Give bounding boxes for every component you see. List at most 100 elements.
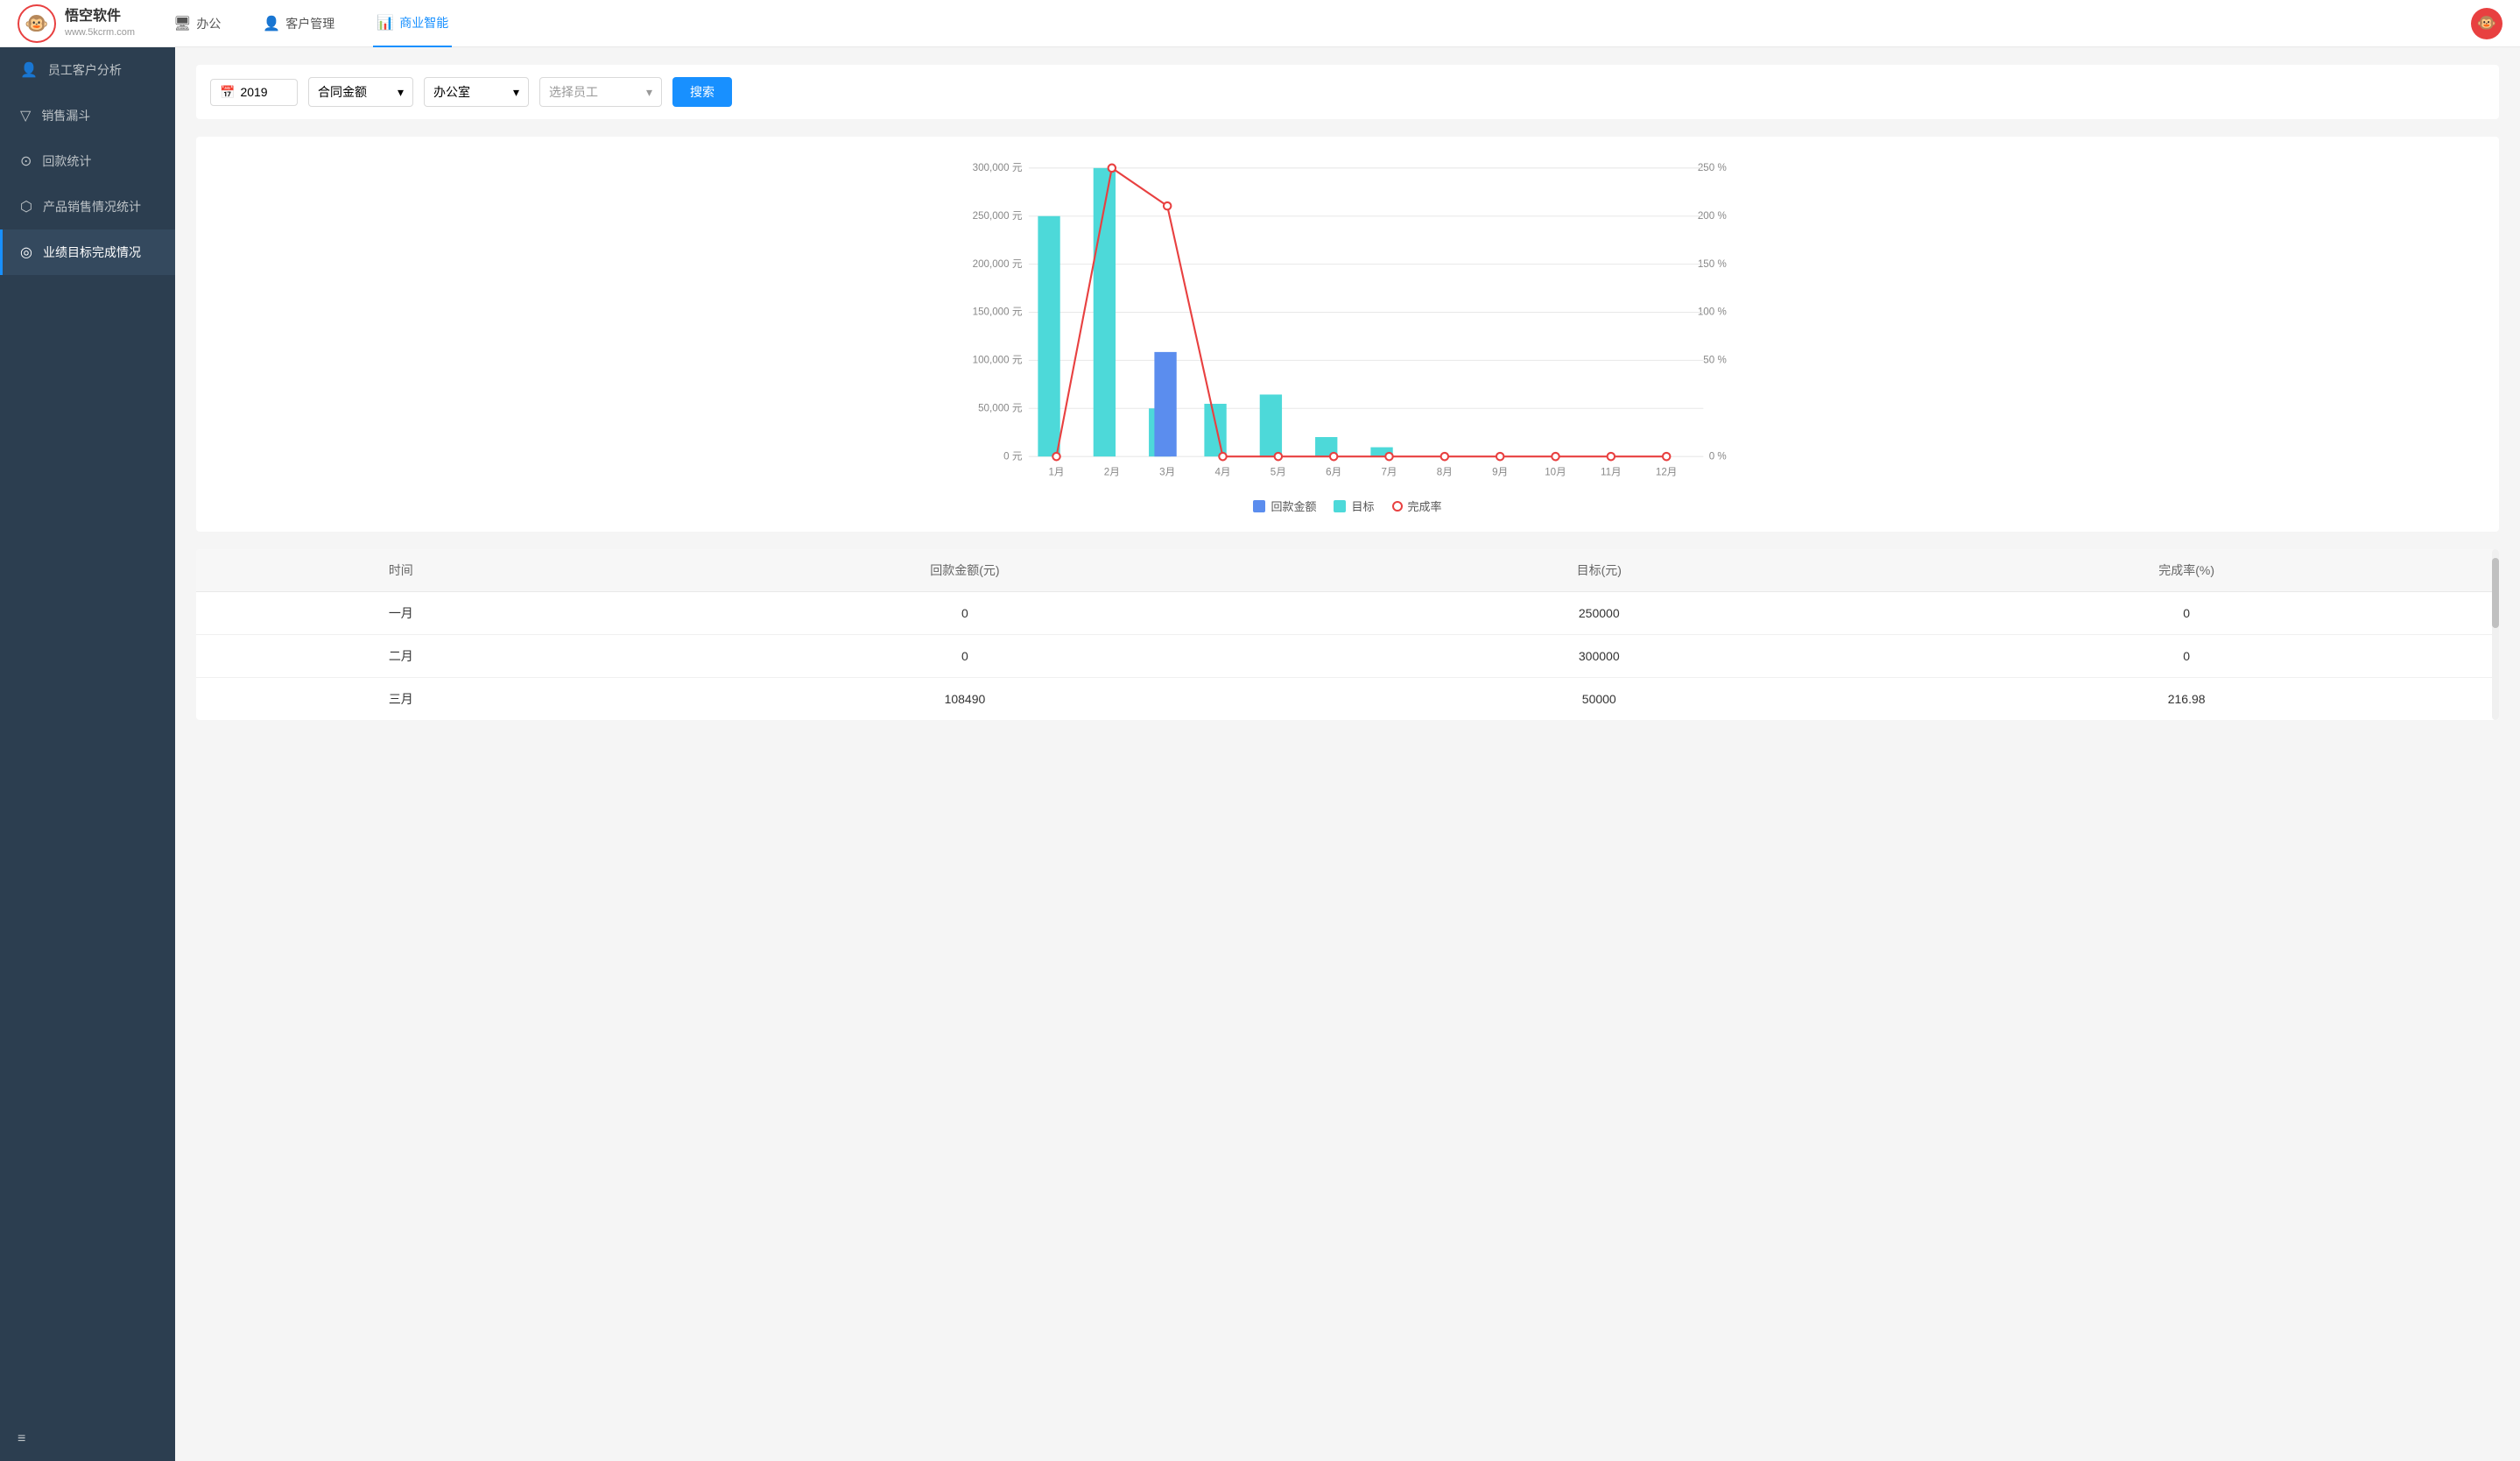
legend-huikuan: 回款金额 [1253,498,1316,514]
th-mubiao: 目标(元) [1324,549,1874,592]
main-content: 📅 2019 合同金额 ▾ 办公室 ▾ 选择员工 ▾ 搜索 300,0 [175,47,2520,1461]
payment-icon: ⊙ [20,152,32,170]
chevron-down-icon2: ▾ [513,85,519,100]
dot-9 [1496,453,1503,460]
legend-mubiao-icon [1334,500,1346,512]
customer-icon: 👤 [263,15,280,32]
performance-icon: ◎ [20,244,32,261]
sidebar-item-payment-stats[interactable]: ⊙ 回款统计 [0,138,175,184]
legend-wancheng: 完成率 [1392,498,1442,514]
sidebar-item-sales-funnel[interactable]: ▽ 销售漏斗 [0,93,175,138]
table-row: 一月 0 250000 0 [196,592,2499,635]
table-row: 三月 108490 50000 216.98 [196,678,2499,721]
svg-text:2月: 2月 [1104,466,1120,477]
search-button[interactable]: 搜索 [672,77,732,107]
user-avatar[interactable]: 🐵 [2471,8,2502,39]
type-filter[interactable]: 合同金额 ▾ [308,77,413,107]
cell-mubiao-0: 250000 [1324,592,1874,635]
svg-text:12月: 12月 [1656,466,1678,477]
svg-text:1月: 1月 [1048,466,1064,477]
legend-wancheng-label: 完成率 [1408,498,1442,514]
chart-container: 300,000 元 250,000 元 200,000 元 150,000 元 … [196,137,2499,532]
svg-text:50,000 元: 50,000 元 [978,402,1023,413]
dot-11 [1608,453,1615,460]
legend-mubiao-label: 目标 [1351,498,1374,514]
dot-1 [1052,453,1059,460]
th-wancheng: 完成率(%) [1874,549,2499,592]
nav-item-bi[interactable]: 📊 商业智能 [373,0,452,47]
data-table: 时间 回款金额(元) 目标(元) 完成率(%) 一月 0 250000 0 二月… [196,549,2499,720]
svg-text:11月: 11月 [1601,466,1622,477]
dot-4 [1219,453,1226,460]
department-filter[interactable]: 办公室 ▾ [424,77,529,107]
svg-text:200,000 元: 200,000 元 [973,258,1023,270]
department-value: 办公室 [433,83,470,101]
legend-huikuan-icon [1253,500,1265,512]
cell-month-2: 三月 [196,678,606,721]
type-value: 合同金额 [318,83,367,101]
svg-text:7月: 7月 [1381,466,1397,477]
funnel-icon: ▽ [20,107,31,124]
bar-mubiao-4 [1204,404,1226,456]
bi-icon: 📊 [377,14,394,32]
main-layout: 👤 员工客户分析 ▽ 销售漏斗 ⊙ 回款统计 ⬡ 产品销售情况统计 ◎ 业绩目标… [0,47,2520,1461]
cell-month-1: 二月 [196,635,606,678]
cell-huikuan-0: 0 [606,592,1325,635]
table-row: 二月 0 300000 0 [196,635,2499,678]
employee-filter[interactable]: 选择员工 ▾ [539,77,662,107]
svg-text:0 %: 0 % [1709,450,1727,462]
chart-svg: 300,000 元 250,000 元 200,000 元 150,000 元 … [214,154,2481,487]
year-filter[interactable]: 📅 2019 [210,79,298,106]
nav-label-customer: 客户管理 [285,15,334,32]
svg-text:5月: 5月 [1271,466,1286,477]
cell-mubiao-1: 300000 [1324,635,1874,678]
sidebar-item-performance[interactable]: ◎ 业绩目标完成情况 [0,229,175,275]
sidebar-label-performance: 业绩目标完成情况 [43,244,141,261]
svg-text:250,000 元: 250,000 元 [973,210,1023,222]
sidebar-label-funnel: 销售漏斗 [41,107,90,124]
legend-mubiao: 目标 [1334,498,1374,514]
svg-text:300,000 元: 300,000 元 [973,162,1023,173]
sidebar-collapse-button[interactable]: ≡ [0,1417,175,1461]
svg-text:50 %: 50 % [1703,355,1726,366]
nav-item-customer[interactable]: 👤 客户管理 [259,0,338,47]
svg-text:6月: 6月 [1326,466,1341,477]
nav-item-office[interactable]: 🖥 办公 [170,0,224,47]
dot-6 [1330,453,1337,460]
svg-text:9月: 9月 [1492,466,1508,477]
cell-wancheng-2: 216.98 [1874,678,2499,721]
cell-wancheng-0: 0 [1874,592,2499,635]
cell-month-0: 一月 [196,592,606,635]
sidebar-item-product-sales[interactable]: ⬡ 产品销售情况统计 [0,184,175,229]
calendar-icon: 📅 [220,85,235,100]
sidebar-label-product: 产品销售情况统计 [43,198,141,215]
sidebar-item-employee-analysis[interactable]: 👤 员工客户分析 [0,47,175,93]
bar-huikuan-3 [1154,352,1176,456]
product-icon: ⬡ [20,198,32,215]
scrollbar-track[interactable] [2492,549,2499,720]
bar-mubiao-1 [1038,216,1059,456]
th-huikuan: 回款金额(元) [606,549,1325,592]
chart-wrap: 300,000 元 250,000 元 200,000 元 150,000 元 … [214,154,2481,487]
dot-8 [1441,453,1448,460]
logo-icon: 🐵 [18,4,56,43]
cell-mubiao-2: 50000 [1324,678,1874,721]
top-nav: 🐵 悟空软件 www.5kcrm.com 🖥 办公 👤 客户管理 📊 商业智能 … [0,0,2520,47]
scrollbar-thumb[interactable] [2492,558,2499,628]
year-value: 2019 [240,85,267,99]
svg-text:150,000 元: 150,000 元 [973,307,1023,318]
chart-legend: 回款金额 目标 完成率 [214,498,2481,514]
svg-text:10月: 10月 [1545,466,1566,477]
th-month: 时间 [196,549,606,592]
dot-5 [1275,453,1282,460]
nav-items: 🖥 办公 👤 客户管理 📊 商业智能 [170,0,2471,47]
table-container: 时间 回款金额(元) 目标(元) 完成率(%) 一月 0 250000 0 二月… [196,549,2499,720]
employee-icon: 👤 [20,61,38,79]
logo: 🐵 悟空软件 www.5kcrm.com [18,4,135,43]
logo-sub-text: www.5kcrm.com [65,26,135,39]
svg-text:8月: 8月 [1437,466,1453,477]
employee-placeholder: 选择员工 [549,83,598,101]
sidebar: 👤 员工客户分析 ▽ 销售漏斗 ⊙ 回款统计 ⬡ 产品销售情况统计 ◎ 业绩目标… [0,47,175,1461]
nav-label-office: 办公 [196,15,221,32]
dot-10 [1552,453,1559,460]
